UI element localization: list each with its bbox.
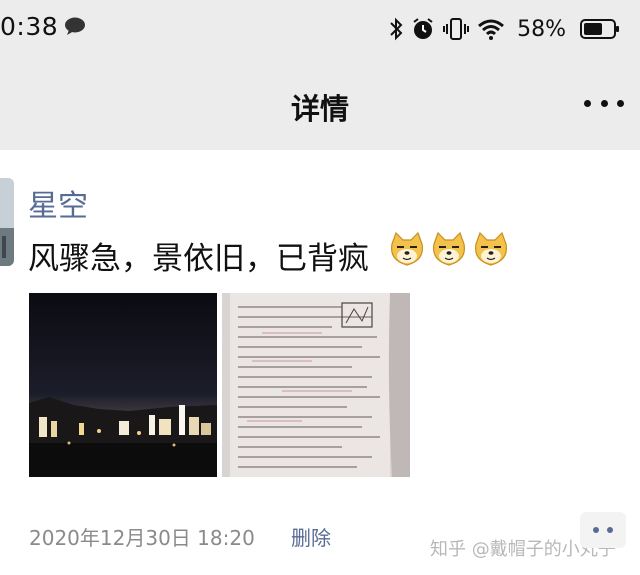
- author-name[interactable]: 星空: [28, 181, 88, 225]
- status-icons: 58%: [389, 14, 620, 44]
- bluetooth-icon: [390, 17, 403, 41]
- chat-bubble-icon: [65, 17, 85, 35]
- post-text: 风骤急，景依旧，已背疯: [28, 241, 369, 277]
- comment-dots-icon: [593, 527, 599, 533]
- wifi-icon: [478, 19, 505, 40]
- doge-emoji-icon: [474, 231, 508, 266]
- comment-button[interactable]: [580, 512, 626, 548]
- status-time: 0:38: [0, 12, 59, 41]
- handwritten-notes-photo[interactable]: [222, 293, 410, 477]
- page-title: 详情: [290, 92, 349, 126]
- delete-button[interactable]: 删除: [291, 522, 331, 551]
- battery-percent: 58%: [517, 16, 566, 42]
- vibrate-icon: [443, 18, 470, 40]
- status-bar: 0:38 58%: [0, 0, 640, 58]
- avatar[interactable]: [0, 178, 14, 266]
- night-city-photo[interactable]: [29, 293, 217, 477]
- post-timestamp: 2020年12月30日 18:20: [29, 526, 255, 550]
- alarm-icon: [413, 18, 433, 39]
- doge-emoji-icon: [432, 231, 466, 266]
- nav-bar: 详情: [0, 58, 640, 150]
- emoji-row: [388, 230, 510, 268]
- more-button[interactable]: [584, 88, 624, 118]
- battery-icon: [580, 19, 619, 39]
- doge-emoji-icon: [390, 231, 424, 266]
- more-dots-icon: [584, 99, 591, 107]
